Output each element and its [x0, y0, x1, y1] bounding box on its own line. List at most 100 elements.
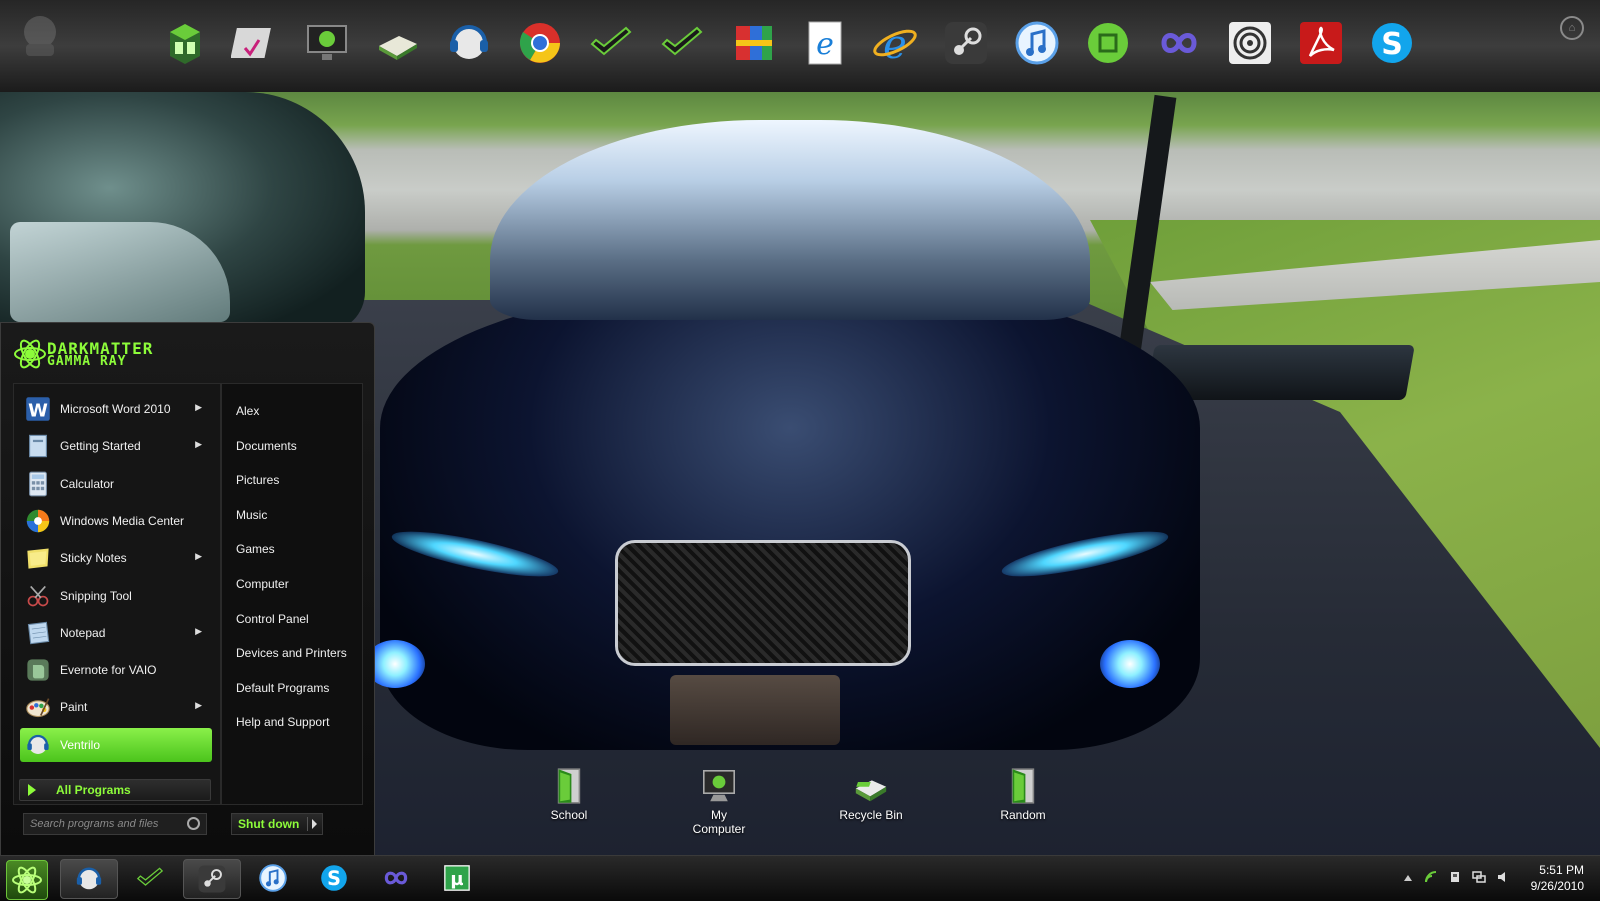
acrobat-icon[interactable] [1296, 18, 1346, 68]
itunes-icon[interactable] [1012, 18, 1062, 68]
place-item[interactable]: Devices and Printers [236, 646, 347, 660]
pda-cube-icon[interactable] [160, 18, 210, 68]
monitor-icon[interactable] [302, 18, 352, 68]
program-label: Getting Started [60, 439, 141, 454]
program-item[interactable]: W Microsoft Word 2010 ▶ [20, 392, 212, 426]
taskbar-utorrent-button[interactable]: µ [429, 859, 485, 897]
program-item[interactable]: Paint ▶ [20, 690, 212, 724]
search-placeholder: Search programs and files [30, 818, 159, 830]
search-input[interactable]: Search programs and files [23, 813, 207, 835]
ie-document-icon[interactable]: e [799, 18, 849, 68]
program-item[interactable]: Snipping Tool [20, 579, 212, 613]
svg-text:W: W [28, 400, 48, 421]
atom-start-icon [12, 866, 42, 894]
taskbar-ventrilo-button[interactable] [60, 859, 118, 899]
logo-text: DARKMATTER GAMMA RAY [47, 341, 153, 369]
place-item[interactable]: Control Panel [236, 612, 309, 626]
wallpaper-left-car [0, 92, 365, 332]
checklist-icon[interactable] [231, 18, 281, 68]
calculator-icon [24, 470, 52, 498]
shutdown-label: Shut down [238, 817, 300, 831]
network-icon[interactable] [1472, 870, 1486, 887]
infinity-icon[interactable] [1154, 18, 1204, 68]
paint-icon [24, 693, 52, 721]
svg-text:e: e [816, 27, 834, 62]
shutdown-options-arrow-icon[interactable] [312, 819, 317, 829]
evernote-icon [24, 656, 52, 684]
jumplist-arrow-icon[interactable]: ▶ [195, 626, 202, 637]
show-hidden-icon[interactable] [1402, 872, 1414, 887]
program-item[interactable]: Getting Started ▶ [20, 429, 212, 463]
steam-icon[interactable] [941, 18, 991, 68]
start-programs-list: W Microsoft Word 2010 ▶ Getting Started ▶ Cal… [13, 383, 221, 805]
ventrilo-headset-icon[interactable] [444, 18, 494, 68]
desktop-icon[interactable]: Recycle Bin [826, 766, 916, 822]
taskbar-infinity-button[interactable] [368, 859, 424, 897]
jumplist-arrow-icon[interactable]: ▶ [195, 700, 202, 711]
spiral-icon[interactable] [1225, 18, 1275, 68]
jumplist-arrow-icon[interactable]: ▶ [195, 402, 202, 413]
place-item[interactable]: Default Programs [236, 681, 329, 695]
desktop-icon-label: Random [1000, 808, 1046, 822]
sticky-notes-icon [24, 544, 52, 572]
program-label: Microsoft Word 2010 [60, 402, 171, 416]
program-label: Ventrilo [60, 737, 101, 752]
green-door-icon [1003, 766, 1043, 806]
clock[interactable]: 5:51 PM 9/26/2010 [1531, 862, 1584, 894]
program-item[interactable]: Notepad ▶ [20, 616, 212, 650]
all-programs-button[interactable]: All Programs [19, 779, 211, 801]
device-icon[interactable] [1448, 870, 1462, 887]
taskbar-itunes-button[interactable] [245, 859, 301, 897]
program-item[interactable]: Ventrilo [20, 727, 212, 762]
jumplist-arrow-icon[interactable]: ▶ [195, 439, 202, 450]
desktop-icon-label: School [550, 808, 588, 822]
program-item[interactable]: Evernote for VAIO [20, 653, 212, 687]
program-label: Paint [60, 700, 88, 715]
start-button[interactable] [6, 860, 48, 900]
place-item[interactable]: Computer [236, 577, 289, 591]
taskbar-steam-button[interactable] [183, 859, 241, 899]
skype-icon: S [306, 862, 362, 894]
green-door-icon [549, 766, 589, 806]
place-item[interactable]: Games [236, 542, 275, 556]
place-item[interactable]: Alex [236, 404, 259, 418]
place-item[interactable]: Pictures [236, 473, 279, 487]
network-signal-icon[interactable] [1424, 870, 1438, 887]
program-item[interactable]: Calculator [20, 467, 212, 501]
place-item[interactable]: Documents [236, 439, 297, 453]
volume-icon[interactable] [1496, 870, 1510, 887]
computer-icon [699, 766, 739, 806]
skype-icon[interactable]: S [1367, 18, 1417, 68]
svg-text:e: e [883, 22, 907, 68]
start-menu: DARKMATTER GAMMA RAY W Microsoft Word 201… [0, 322, 375, 857]
jumplist-arrow-icon[interactable]: ▶ [195, 551, 202, 562]
chrome-icon[interactable] [515, 18, 565, 68]
all-programs-label: All Programs [56, 783, 131, 797]
search-icon [187, 817, 200, 830]
taskbar-utorrent-check-button[interactable] [122, 859, 178, 897]
check-dark-icon[interactable] [657, 18, 707, 68]
desktop-icon-label: Recycle Bin [839, 808, 903, 822]
getting-started-icon [24, 432, 52, 460]
folder-book-icon[interactable] [373, 18, 423, 68]
atom-logo-icon [14, 339, 46, 369]
system-tray [1392, 870, 1510, 887]
dock-close-icon[interactable]: ⌂ [1560, 16, 1584, 40]
desktop-icon[interactable]: School [524, 766, 614, 822]
internet-explorer-icon[interactable]: e [870, 18, 920, 68]
program-label: Calculator [60, 476, 115, 491]
itunes-icon [245, 862, 301, 894]
clock-date: 9/26/2010 [1530, 879, 1584, 893]
taskbar-skype-button[interactable]: S [306, 859, 362, 897]
utorrent-check-icon[interactable] [586, 18, 636, 68]
program-label: Windows Media Center [60, 513, 185, 528]
place-item[interactable]: Help and Support [236, 715, 329, 729]
winrar-stack-icon[interactable] [728, 18, 778, 68]
program-item[interactable]: Sticky Notes ▶ [20, 541, 212, 575]
place-item[interactable]: Music [236, 508, 267, 522]
green-circle-icon[interactable] [1083, 18, 1133, 68]
program-item[interactable]: Windows Media Center [20, 504, 212, 538]
shutdown-button[interactable]: Shut down [231, 813, 323, 835]
desktop-icon[interactable]: Random [978, 766, 1068, 822]
desktop-icon[interactable]: My Computer [674, 766, 764, 836]
